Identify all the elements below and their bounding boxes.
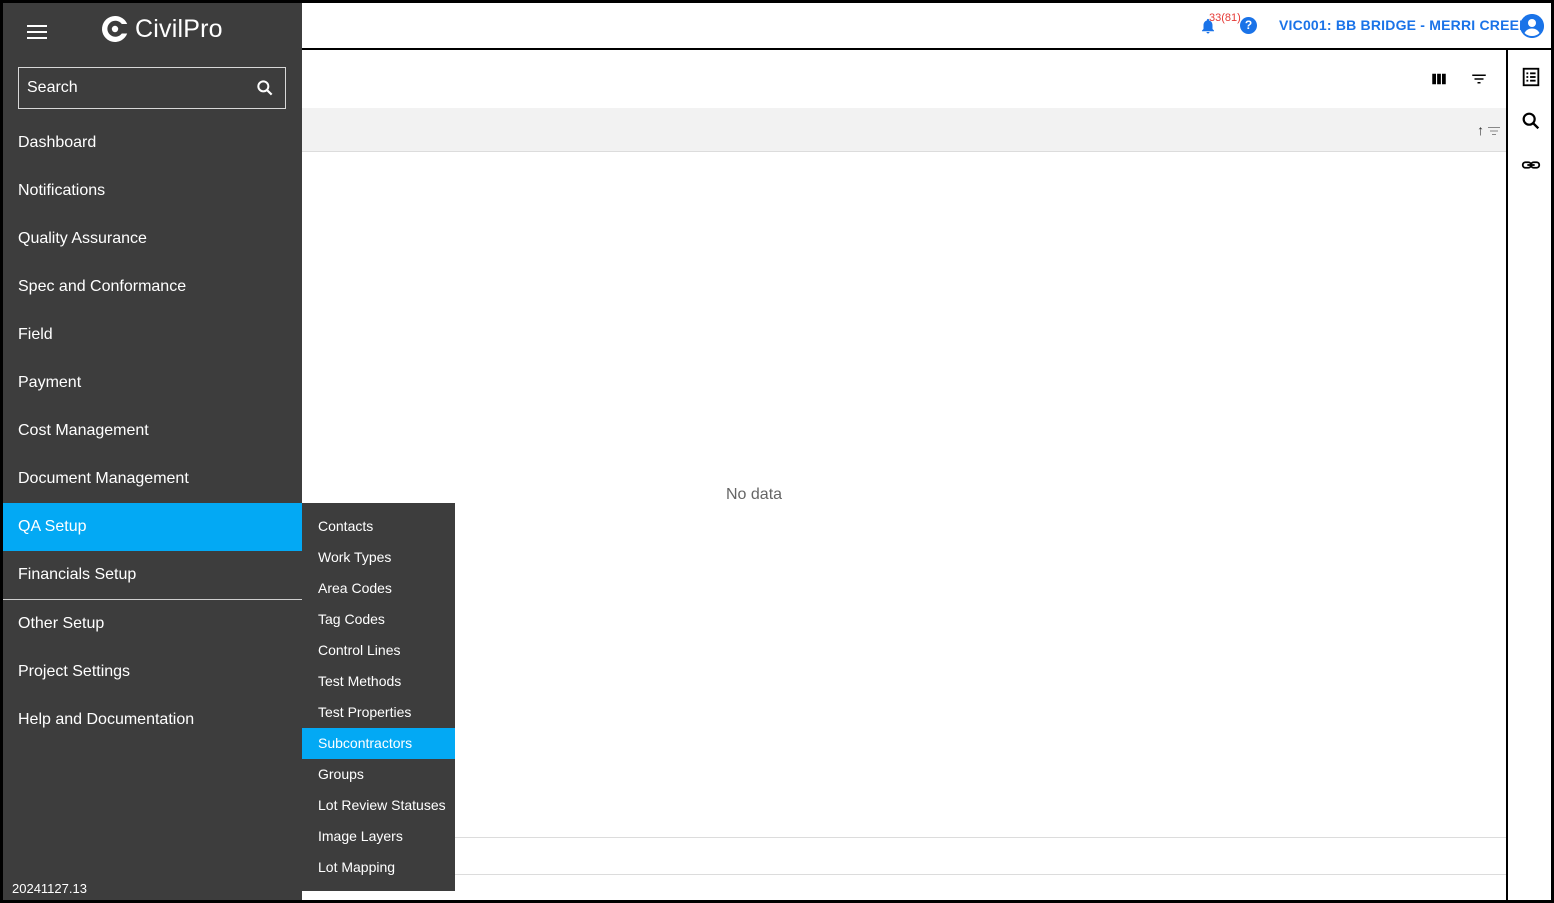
submenu-item-test-methods[interactable]: Test Methods (302, 666, 455, 697)
sidebar-item-payment[interactable]: Payment (3, 359, 302, 407)
logo-text: CivilPro (135, 14, 223, 43)
sort-arrow-icon[interactable]: ↑ (1477, 122, 1484, 138)
grid-header: ↑ (302, 108, 1506, 152)
sidebar-item-cost-management[interactable]: Cost Management (3, 407, 302, 455)
sidebar: CivilPro Dashboard Notifications Quality… (3, 3, 302, 900)
search-input[interactable] (19, 68, 249, 108)
link-icon[interactable] (1520, 154, 1542, 176)
hamburger-menu-icon[interactable] (27, 25, 47, 39)
filter-icon[interactable] (1470, 70, 1488, 88)
grid-footer-divider (302, 874, 1506, 875)
project-selector[interactable]: VIC001: BB BRIDGE - MERRI CREEK (1279, 17, 1529, 33)
sidebar-item-financials-setup[interactable]: Financials Setup (3, 551, 302, 599)
search-icon[interactable] (255, 78, 275, 98)
right-rail (1506, 50, 1551, 900)
submenu-item-lot-review-statuses[interactable]: Lot Review Statuses (302, 790, 455, 821)
main-content: ↑ No data (302, 50, 1506, 900)
sidebar-item-qa-setup[interactable]: QA Setup (3, 503, 302, 551)
sidebar-item-quality-assurance[interactable]: Quality Assurance (3, 215, 302, 263)
submenu-item-groups[interactable]: Groups (302, 759, 455, 790)
empty-state-text: No data (726, 486, 783, 503)
qa-setup-submenu: Contacts Work Types Area Codes Tag Codes… (302, 503, 455, 891)
grid-toolbar (1430, 70, 1488, 88)
notification-count: 33(81) (1209, 12, 1241, 24)
app-logo[interactable]: CivilPro (99, 13, 223, 45)
sidebar-item-project-settings[interactable]: Project Settings (3, 648, 302, 696)
column-filter-icon[interactable] (1488, 126, 1500, 136)
list-icon[interactable] (1520, 66, 1542, 88)
sidebar-search (18, 67, 286, 109)
columns-icon[interactable] (1430, 70, 1448, 88)
sidebar-item-notifications[interactable]: Notifications (3, 167, 302, 215)
app-window: 33(81) ? VIC001: BB BRIDGE - MERRI CREEK (0, 0, 1554, 903)
sidebar-item-spec-and-conformance[interactable]: Spec and Conformance (3, 263, 302, 311)
submenu-item-area-codes[interactable]: Area Codes (302, 573, 455, 604)
submenu-item-work-types[interactable]: Work Types (302, 542, 455, 573)
help-icon[interactable]: ? (1240, 17, 1257, 34)
user-avatar-icon[interactable] (1520, 14, 1544, 38)
sort-filter-icon[interactable]: ↑ (1477, 122, 1500, 138)
sidebar-item-dashboard[interactable]: Dashboard (3, 119, 302, 167)
sidebar-item-help-and-documentation[interactable]: Help and Documentation (3, 696, 302, 744)
sidebar-item-other-setup[interactable]: Other Setup (3, 600, 302, 648)
submenu-item-control-lines[interactable]: Control Lines (302, 635, 455, 666)
submenu-item-test-properties[interactable]: Test Properties (302, 697, 455, 728)
submenu-item-image-layers[interactable]: Image Layers (302, 821, 455, 852)
grid-footer-divider (302, 837, 1506, 838)
submenu-item-contacts[interactable]: Contacts (302, 511, 455, 542)
submenu-item-tag-codes[interactable]: Tag Codes (302, 604, 455, 635)
search-icon[interactable] (1520, 110, 1542, 132)
sidebar-item-document-management[interactable]: Document Management (3, 455, 302, 503)
sidebar-nav: Dashboard Notifications Quality Assuranc… (3, 119, 302, 744)
civilpro-logo-icon (102, 15, 128, 43)
submenu-item-subcontractors[interactable]: Subcontractors (302, 728, 455, 759)
sidebar-item-field[interactable]: Field (3, 311, 302, 359)
version-label: 20241127.13 (12, 881, 87, 896)
submenu-item-lot-mapping[interactable]: Lot Mapping (302, 852, 455, 883)
